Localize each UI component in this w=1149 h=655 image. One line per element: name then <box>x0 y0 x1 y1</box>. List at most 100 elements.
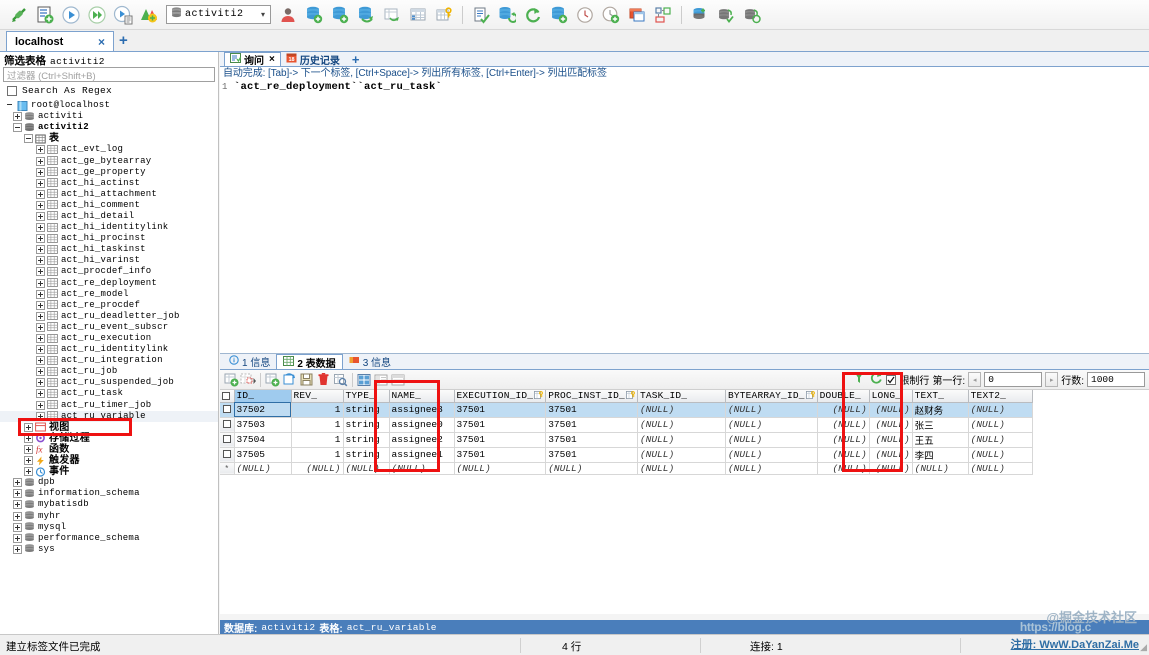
tree-db-performance_schema[interactable]: performance_schema <box>0 533 218 544</box>
tab-table-data[interactable]: 2 表数据 <box>276 354 343 370</box>
table-key-icon[interactable] <box>431 2 457 28</box>
tab-info-3[interactable]: 3 信息 <box>343 354 397 369</box>
cell-task_id[interactable]: (NULL) <box>637 432 726 448</box>
expand-icon[interactable] <box>36 200 45 210</box>
run-icon[interactable] <box>58 2 84 28</box>
database-select[interactable]: activiti2 ▾ <box>166 5 271 24</box>
cell-name[interactable]: assignee0 <box>389 417 455 433</box>
chevron-down-icon[interactable]: ▾ <box>256 10 270 19</box>
tree-table-act_ru_identitylink[interactable]: act_ru_identitylink <box>0 344 218 355</box>
explain-plan-icon[interactable] <box>136 2 162 28</box>
tree-db-sys[interactable]: sys <box>0 544 218 555</box>
tree-db-dpb[interactable]: dpb <box>0 477 218 488</box>
cell-double[interactable]: (NULL) <box>817 417 870 433</box>
expand-icon[interactable] <box>13 522 22 532</box>
cell-double[interactable]: (NULL) <box>817 402 870 418</box>
column-header-task_id[interactable]: TASK_ID_ <box>637 390 726 403</box>
column-header-id[interactable]: ID_ <box>234 390 292 403</box>
tree-table-act_ge_bytearray[interactable]: act_ge_bytearray <box>0 155 218 166</box>
cell-text2[interactable]: (NULL) <box>968 417 1033 433</box>
search-as-regex-row[interactable]: Search As Regex <box>0 82 218 98</box>
expand-icon[interactable] <box>24 433 33 443</box>
sql-editor[interactable]: 1 `act_re_deployment``act_ru_task` <box>220 80 1149 348</box>
add-query-tab-button[interactable]: + <box>352 52 360 67</box>
db-add2-icon[interactable] <box>327 2 353 28</box>
cell-id[interactable]: 37504 <box>234 432 292 448</box>
row-checkbox[interactable] <box>222 405 231 414</box>
cell-bytearray_id[interactable]: (NULL) <box>725 402 818 418</box>
column-header-proc_inst_id[interactable]: PROC_INST_ID_ <box>545 390 638 403</box>
column-header-name[interactable]: NAME_ <box>389 390 455 403</box>
tab-query[interactable]: 询问 × <box>224 52 281 67</box>
refresh-row-icon[interactable] <box>281 371 298 388</box>
save-icon[interactable] <box>298 371 315 388</box>
resize-grip[interactable]: ◢ <box>1140 642 1147 653</box>
tree-table-act_hi_comment[interactable]: act_hi_comment <box>0 200 218 211</box>
cell-proc_inst_id[interactable]: 37501 <box>545 402 638 418</box>
column-header-text[interactable]: TEXT_ <box>912 390 969 403</box>
expand-icon[interactable] <box>36 345 45 355</box>
tree-table-act_hi_procinst[interactable]: act_hi_procinst <box>0 233 218 244</box>
expand-icon[interactable] <box>36 389 45 399</box>
search-as-regex-checkbox[interactable] <box>7 85 17 96</box>
cell-execution_id[interactable]: 37501 <box>454 432 547 448</box>
expand-icon[interactable] <box>13 544 22 554</box>
refresh-icon[interactable] <box>520 2 546 28</box>
expand-icon[interactable] <box>36 334 45 344</box>
select-all-header[interactable] <box>220 390 235 403</box>
cell-name[interactable]: assignee1 <box>389 447 455 463</box>
cell-rev[interactable]: (NULL) <box>291 462 344 476</box>
collapse-icon[interactable] <box>13 123 22 133</box>
cell-long[interactable]: (NULL) <box>869 417 913 433</box>
expand-icon[interactable] <box>36 311 45 321</box>
column-header-bytearray_id[interactable]: BYTEARRAY_ID_ <box>725 390 818 403</box>
card-view-icon[interactable] <box>390 371 407 388</box>
new-query-icon[interactable] <box>32 2 58 28</box>
row-count-input[interactable]: 1000 <box>1087 372 1145 387</box>
db-new-icon[interactable] <box>546 2 572 28</box>
expand-icon[interactable] <box>36 223 45 233</box>
connect-icon[interactable] <box>6 2 32 28</box>
cell-rev[interactable]: 1 <box>291 417 344 433</box>
cell-task_id[interactable]: (NULL) <box>637 462 726 476</box>
first-row-decrement[interactable]: ◂ <box>968 372 982 387</box>
cell-name[interactable]: assignee3 <box>389 402 455 418</box>
cell-text[interactable]: 赵财务 <box>912 402 969 418</box>
insert-row-icon[interactable] <box>264 371 281 388</box>
cell-text[interactable]: 张三 <box>912 417 969 433</box>
table-row[interactable]: 37503 1 string assignee0 37501 37501 (NULL) (NU… <box>220 417 1033 433</box>
clock-add-icon[interactable] <box>598 2 624 28</box>
expand-icon[interactable] <box>36 300 45 310</box>
tree-table-act_hi_attachment[interactable]: act_hi_attachment <box>0 189 218 200</box>
cell-bytearray_id[interactable]: (NULL) <box>725 447 818 463</box>
cell-long[interactable]: (NULL) <box>869 402 913 418</box>
tree-db-information_schema[interactable]: information_schema <box>0 488 218 499</box>
limit-rows-checkbox[interactable] <box>886 374 897 385</box>
duplicate-row-icon[interactable] <box>240 371 257 388</box>
tree-table-act_ru_suspended_job[interactable]: act_ru_suspended_job <box>0 377 218 388</box>
first-row-increment[interactable]: ▸ <box>1045 372 1059 387</box>
cell-execution_id[interactable]: 37501 <box>454 417 547 433</box>
tree-table-act_ru_integration[interactable]: act_ru_integration <box>0 355 218 366</box>
expand-icon[interactable] <box>24 467 33 477</box>
cell-long[interactable]: (NULL) <box>869 462 913 476</box>
tree-group-event[interactable]: 事件 <box>0 466 218 477</box>
run-all-icon[interactable] <box>84 2 110 28</box>
tree-table-act_re_model[interactable]: act_re_model <box>0 289 218 300</box>
search-row-icon[interactable] <box>332 371 349 388</box>
tree-table-act_ru_task[interactable]: act_ru_task <box>0 388 218 399</box>
tree-table-act_ru_timer_job[interactable]: act_ru_timer_job <box>0 400 218 411</box>
expand-icon[interactable] <box>13 112 22 122</box>
add-connection-button[interactable]: + <box>119 32 128 51</box>
cell-name[interactable]: (NULL) <box>389 462 455 476</box>
row-select-cell[interactable] <box>220 432 235 448</box>
cell-rev[interactable]: 1 <box>291 432 344 448</box>
expand-icon[interactable] <box>36 156 45 166</box>
table-row[interactable]: 37504 1 string assignee2 37501 37501 (NULL) (NU… <box>220 432 1033 448</box>
tree-table-act_hi_varinst[interactable]: act_hi_varinst <box>0 255 218 266</box>
add-row-icon[interactable] <box>223 371 240 388</box>
row-select-cell[interactable] <box>220 447 235 463</box>
tree-node-db-activiti2[interactable]: activiti2 <box>0 122 218 133</box>
tree-db-myhr[interactable]: myhr <box>0 510 218 521</box>
tree-node-root[interactable]: root@localhost <box>0 100 218 111</box>
